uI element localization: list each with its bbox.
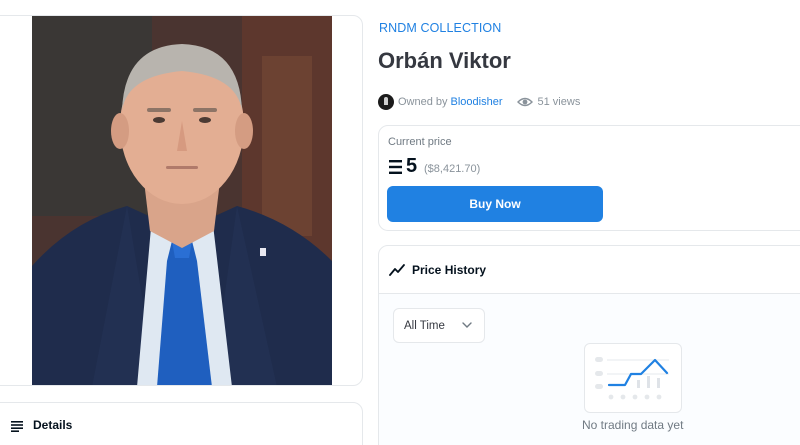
trend-line-icon [389,264,405,276]
price-history-body: All Time No trading data yet [379,294,800,445]
price-usd-value: ($8,421.70) [424,163,481,175]
price-card: Current price 5 ($8,421.70) Buy Now [378,125,800,231]
details-panel[interactable]: Details [0,402,363,445]
asset-image-card[interactable] [0,15,363,386]
chevron-down-icon [462,322,472,328]
ethereum-icon [389,160,402,174]
owner-row: Owned by Bloodisher 51 views [378,93,580,111]
collection-link[interactable]: RNDM COLLECTION [379,21,501,35]
eye-icon [516,97,533,107]
buy-now-button[interactable]: Buy Now [387,186,603,222]
price-history-panel: Price History All Time No trading data y… [378,245,800,445]
price-history-header[interactable]: Price History [379,246,800,294]
current-price-label: Current price [388,136,452,148]
price-history-label: Price History [412,263,487,277]
asset-portrait-image[interactable] [32,16,332,385]
empty-chart-icon [595,357,669,400]
empty-chart-illustration [584,343,682,413]
owner-avatar[interactable] [378,94,394,110]
views-label: 51 views [537,96,581,108]
details-label: Details [33,418,73,432]
no-trading-data-message: No trading data yet [582,418,684,432]
owner-link[interactable]: Bloodisher [451,96,503,108]
time-range-value: All Time [404,319,445,332]
owned-by-label: Owned by [398,96,448,108]
asset-title: Orbán Viktor [378,48,511,73]
views-count: 51 views [516,96,581,108]
price-eth-value: 5 [406,155,418,177]
portrait-illustration [32,16,332,385]
list-icon [11,421,23,432]
time-range-select[interactable]: All Time [393,308,485,343]
